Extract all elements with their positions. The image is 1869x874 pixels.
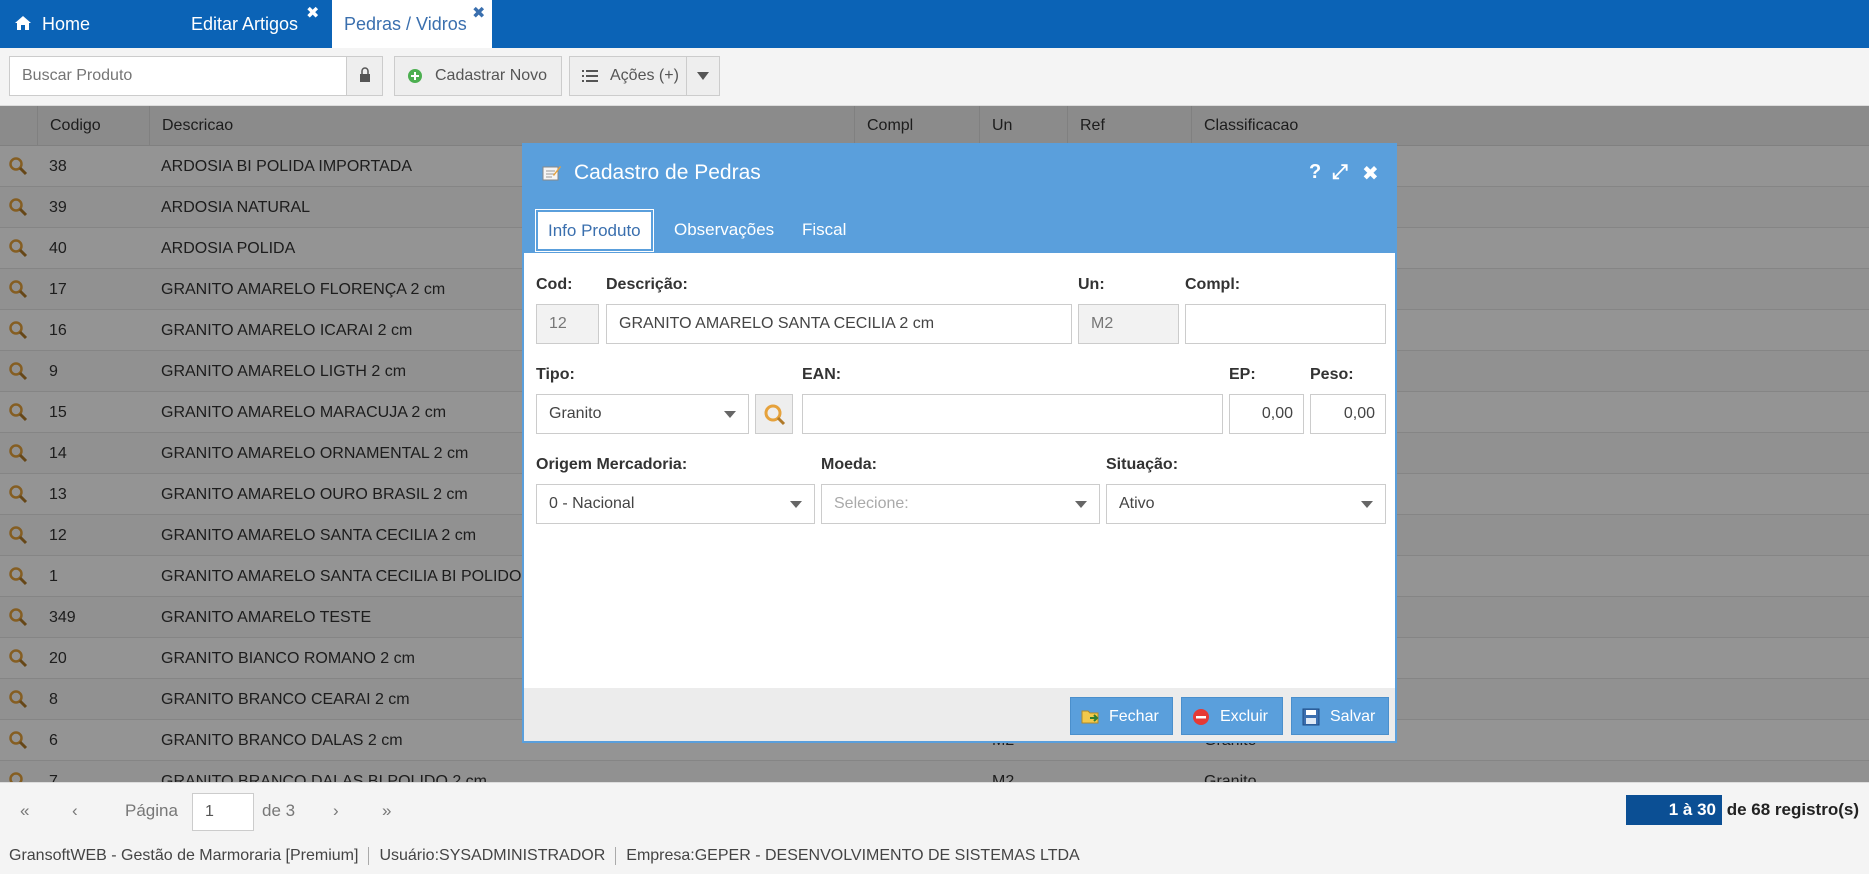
user-name: SYSADMINISTRADOR: [439, 847, 606, 864]
chevron-down-icon: [724, 411, 736, 418]
page-number-input[interactable]: 1: [192, 793, 254, 831]
last-page-icon[interactable]: »: [382, 801, 391, 821]
close-tab-pedras-icon[interactable]: ✖: [472, 6, 485, 22]
fechar-button[interactable]: Fechar: [1070, 697, 1173, 735]
descricao-field[interactable]: GRANITO AMARELO SANTA CECILIA 2 cm: [606, 304, 1072, 344]
app-name: GransoftWEB: [9, 847, 107, 864]
status-bar: GransoftWEB - Gestão de Marmoraria [Prem…: [0, 838, 1869, 874]
salvar-label: Salvar: [1330, 708, 1376, 725]
tab-info-produto[interactable]: Info Produto: [535, 209, 654, 252]
search-button[interactable]: [346, 57, 382, 95]
acoes-label: Ações (+): [610, 67, 679, 84]
tab-pedras-vidros[interactable]: Pedras / Vidros: [332, 0, 492, 48]
close-dialog-icon[interactable]: ✖: [1362, 161, 1379, 186]
records-range: 1 à 30: [1626, 795, 1722, 825]
cadastrar-novo-button[interactable]: Cadastrar Novo: [394, 56, 562, 96]
excluir-button[interactable]: Excluir: [1181, 697, 1283, 735]
tipo-value: Granito: [549, 405, 602, 422]
tab-editar-label: Editar Artigos: [191, 14, 299, 34]
user-label: Usuário:: [379, 847, 440, 864]
origem-value: 0 - Nacional: [549, 495, 635, 512]
maximize-icon[interactable]: ⤢: [1332, 161, 1348, 184]
peso-field[interactable]: 0,00: [1310, 394, 1386, 434]
home-icon: [14, 1, 32, 49]
fechar-label: Fechar: [1109, 708, 1159, 725]
top-tab-bar: Home Editar Artigos ✖ Pedras / Vidros ✖: [0, 0, 1869, 48]
tipo-label: Tipo:: [536, 366, 575, 383]
company-label: Empresa:: [626, 847, 695, 864]
acoes-dropdown-button[interactable]: [686, 56, 720, 96]
situacao-value: Ativo: [1119, 495, 1155, 512]
delete-icon: [1193, 709, 1209, 725]
page-count-label: de 3: [262, 801, 296, 820]
excluir-label: Excluir: [1220, 708, 1269, 725]
first-page-icon[interactable]: «: [20, 801, 29, 821]
tab-editar-artigos[interactable]: Editar Artigos: [191, 0, 298, 48]
prev-page-icon[interactable]: ‹: [72, 801, 78, 821]
un-label: Un:: [1078, 276, 1105, 293]
tab-pedras-label: Pedras / Vidros: [344, 14, 467, 34]
list-icon: [582, 70, 598, 82]
add-icon: [408, 69, 422, 83]
compl-field[interactable]: [1185, 304, 1386, 344]
cadastrar-novo-label: Cadastrar Novo: [435, 67, 548, 84]
pagina-label: Página: [125, 801, 178, 820]
moeda-placeholder: Selecione:: [834, 495, 909, 512]
save-icon: [1302, 708, 1320, 726]
dialog-footer: Fechar Excluir Salvar: [524, 688, 1395, 741]
tab-home[interactable]: Home: [14, 0, 90, 48]
company-name: GEPER - DESENVOLVIMENTO DE SISTEMAS LTDA: [694, 847, 1080, 864]
chevron-down-icon: [790, 501, 802, 508]
origem-label: Origem Mercadoria:: [536, 456, 688, 473]
salvar-button[interactable]: Salvar: [1291, 697, 1389, 735]
situacao-select[interactable]: Ativo: [1106, 484, 1386, 524]
next-page-icon[interactable]: ›: [333, 801, 339, 821]
tab-observacoes[interactable]: Observações: [674, 209, 774, 251]
tipo-lookup-button[interactable]: [755, 394, 793, 434]
ean-label: EAN:: [802, 366, 842, 383]
search-icon: [764, 404, 786, 426]
close-tab-editar-icon[interactable]: ✖: [306, 6, 319, 22]
cadastro-pedras-dialog: Cadastro de Pedras ? ⤢ ✖ Info Produto Ob…: [522, 143, 1397, 743]
moeda-label: Moeda:: [821, 456, 877, 473]
app-description: - Gestão de Marmoraria [Premium]: [106, 847, 359, 864]
records-info: 1 à 30 de 68 registro(s): [1626, 795, 1859, 825]
pager: « ‹ Página 1 de 3 › » 1 à 30 de 68 regis…: [0, 782, 1869, 838]
origem-select[interactable]: 0 - Nacional: [536, 484, 815, 524]
lock-icon: [360, 67, 370, 82]
tipo-select[interactable]: Granito: [536, 394, 749, 434]
moeda-select[interactable]: Selecione:: [821, 484, 1100, 524]
peso-label: Peso:: [1310, 366, 1354, 383]
search-input[interactable]: [10, 57, 340, 95]
folder-icon: [1081, 710, 1099, 724]
ep-field[interactable]: 0,00: [1229, 394, 1304, 434]
records-total: de 68 registro(s): [1722, 800, 1859, 819]
descricao-label: Descrição:: [606, 276, 688, 293]
cod-field[interactable]: 12: [536, 304, 599, 344]
compl-label: Compl:: [1185, 276, 1241, 293]
help-icon[interactable]: ?: [1309, 161, 1321, 184]
chevron-down-icon: [1361, 501, 1373, 508]
situacao-label: Situação:: [1106, 456, 1179, 473]
tab-fiscal[interactable]: Fiscal: [802, 209, 846, 251]
edit-form-icon: [542, 166, 561, 181]
chevron-down-icon: [697, 71, 709, 80]
toolbar: Cadastrar Novo Ações (+): [0, 48, 1869, 106]
dialog-header: Cadastro de Pedras ? ⤢ ✖ Info Produto Ob…: [524, 145, 1395, 253]
ep-label: EP:: [1229, 366, 1256, 383]
cod-label: Cod:: [536, 276, 573, 293]
ean-field[interactable]: [802, 394, 1223, 434]
tab-home-label: Home: [42, 14, 91, 34]
chevron-down-icon: [1075, 501, 1087, 508]
search-box: [9, 56, 383, 96]
dialog-title: Cadastro de Pedras: [574, 161, 761, 184]
un-field[interactable]: M2: [1078, 304, 1179, 344]
